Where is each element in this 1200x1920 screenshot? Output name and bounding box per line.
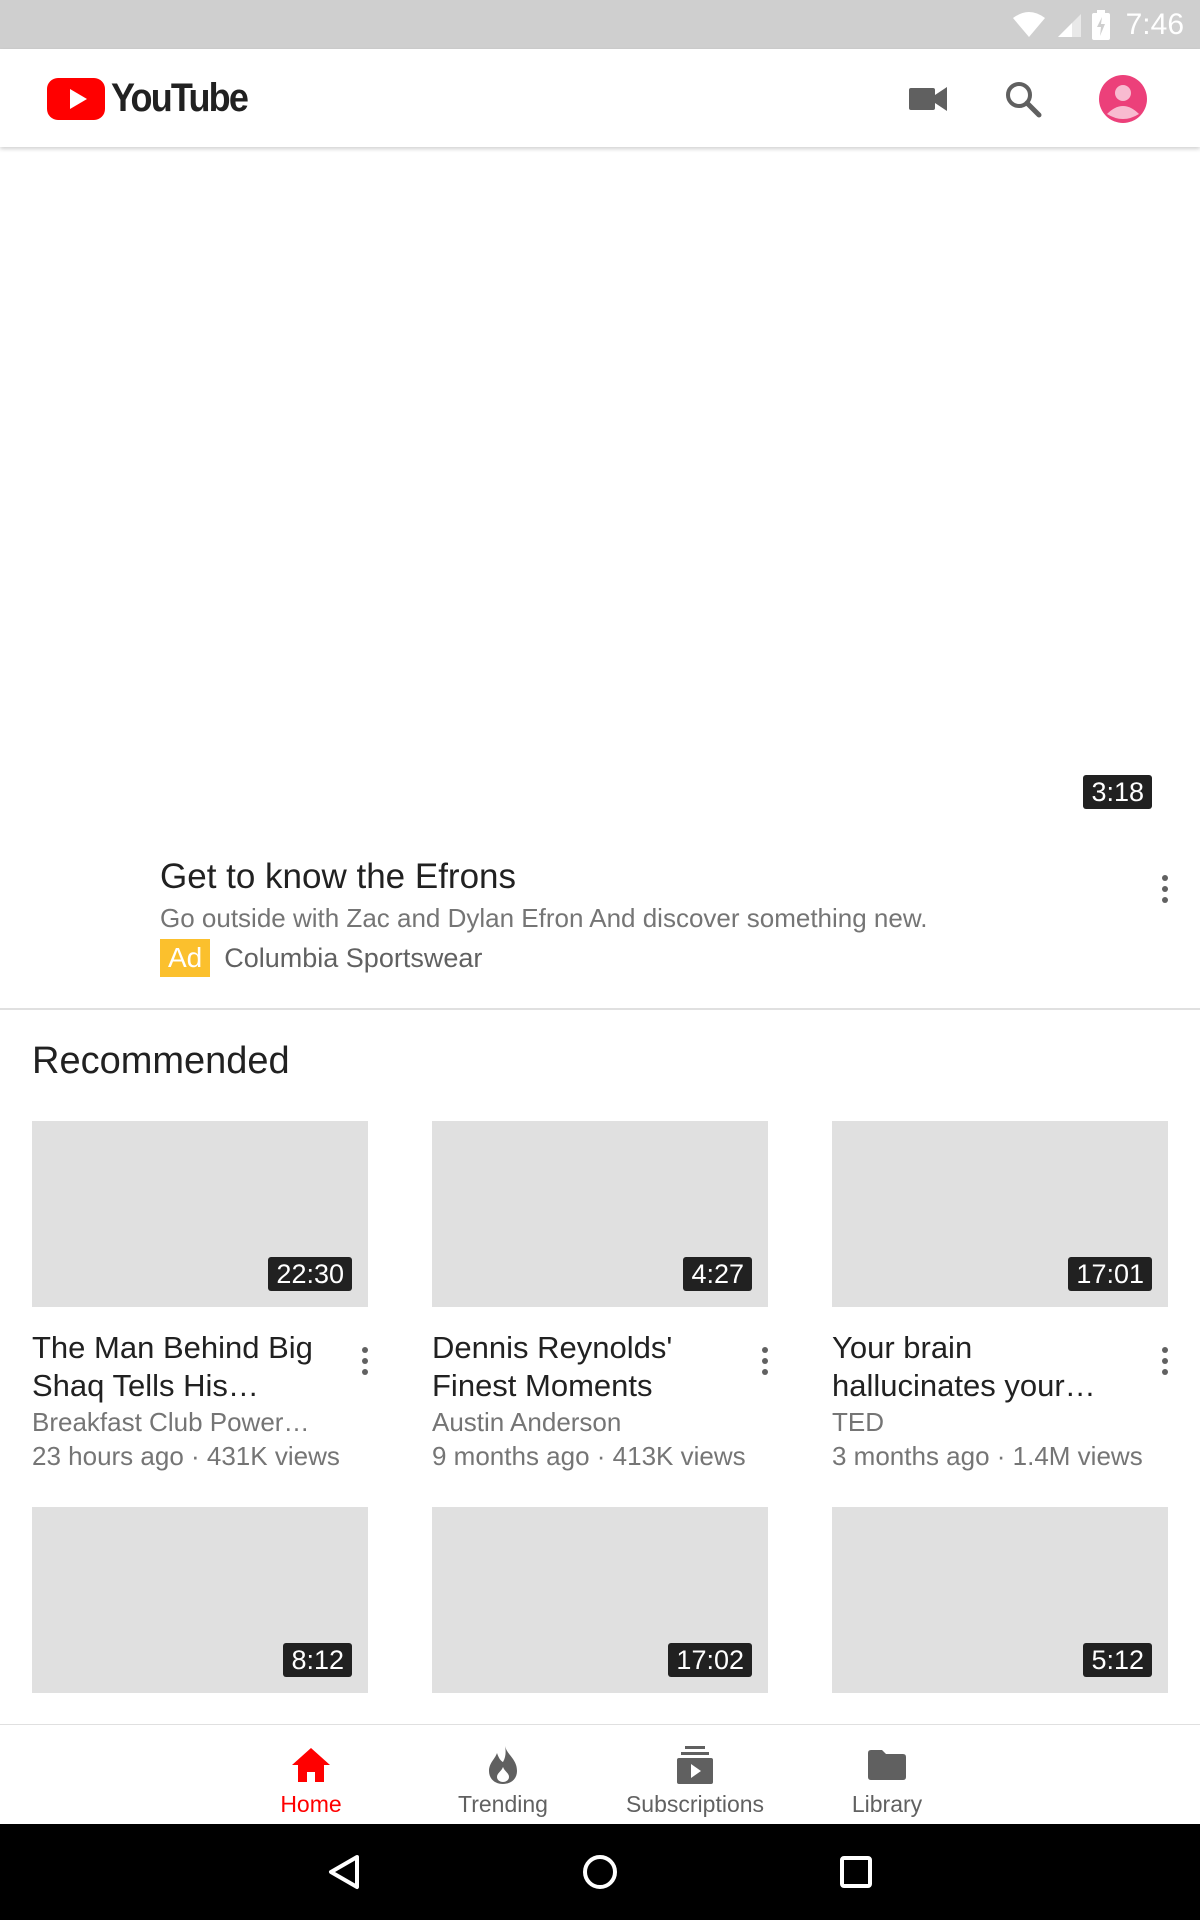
video-meta: 23 hours ago · 431K views (32, 1441, 340, 1471)
video-thumbnail[interactable]: 17:02 (432, 1507, 768, 1693)
flame-icon (489, 1746, 517, 1784)
nav-home[interactable]: Home (211, 1725, 411, 1825)
divider (0, 1008, 1200, 1010)
nav-home-label: Home (280, 1791, 342, 1817)
youtube-play-logo-icon (47, 77, 105, 120)
youtube-logo[interactable]: YouTube (47, 76, 262, 121)
status-icons: 7:46 (1012, 0, 1184, 49)
subscriptions-icon (677, 1746, 713, 1784)
duration-badge: 4:27 (683, 1257, 752, 1291)
ad-title: Get to know the Efrons (160, 857, 517, 896)
video-card[interactable]: 17:02 (432, 1507, 768, 1693)
nav-subscriptions[interactable]: Subscriptions (595, 1725, 795, 1825)
video-card[interactable]: 22:30 The Man Behind Big Shaq Tells His…… (32, 1121, 368, 1473)
bottom-navigation: Home Trending Subscriptions Library (0, 1724, 1200, 1824)
duration-badge: 17:02 (668, 1643, 752, 1677)
duration-badge: 8:12 (283, 1643, 352, 1677)
status-bar: 7:46 (0, 0, 1200, 49)
video-card[interactable]: 17:01 Your brain hallucinates your… TED … (832, 1121, 1168, 1473)
video-card[interactable]: 8:12 (32, 1507, 368, 1693)
account-icon (1099, 75, 1147, 123)
video-thumbnail[interactable]: 5:12 (832, 1507, 1168, 1693)
video-title: Your brain hallucinates your… (832, 1330, 1096, 1403)
video-channel: TED (832, 1407, 884, 1437)
video-title: The Man Behind Big Shaq Tells His… (32, 1330, 313, 1403)
home-circle-icon (583, 1855, 617, 1889)
duration-badge: 22:30 (268, 1257, 352, 1291)
video-title: Dennis Reynolds' Finest Moments (432, 1330, 673, 1403)
ad-more-options-icon[interactable] (1150, 864, 1180, 914)
video-meta: 3 months ago · 1.4M views (832, 1441, 1143, 1471)
account-button[interactable] (1098, 74, 1148, 124)
video-channel: Breakfast Club Power… (32, 1407, 310, 1437)
nav-trending-label: Trending (458, 1791, 548, 1817)
home-system-button[interactable] (576, 1848, 624, 1896)
wifi-icon (1012, 11, 1045, 37)
video-channel: Austin Anderson (432, 1407, 622, 1437)
ad-badge: Ad (160, 939, 211, 977)
video-card[interactable]: 5:12 (832, 1507, 1168, 1693)
video-thumbnail[interactable]: 8:12 (32, 1507, 368, 1693)
video-more-options-icon[interactable] (1150, 1336, 1180, 1386)
video-thumbnail[interactable]: 17:01 (832, 1121, 1168, 1307)
ad-video-thumbnail[interactable]: 3:18 (0, 147, 1200, 817)
duration-badge: 17:01 (1068, 1257, 1152, 1291)
recents-icon (840, 1856, 872, 1888)
battery-charging-icon (1091, 9, 1110, 40)
nav-library[interactable]: Library (787, 1725, 987, 1825)
back-icon (329, 1855, 359, 1889)
ad-info[interactable]: Get to know the Efrons Go outside with Z… (160, 855, 1120, 977)
recents-button[interactable] (832, 1848, 880, 1896)
nav-trending[interactable]: Trending (403, 1725, 603, 1825)
ad-duration-badge: 3:18 (1083, 775, 1152, 809)
ad-advertiser: Columbia Sportswear (224, 942, 483, 973)
home-icon (292, 1748, 330, 1782)
camera-icon (909, 87, 947, 111)
ad-description: Go outside with Zac and Dylan Efron And … (160, 903, 928, 933)
video-thumbnail[interactable]: 22:30 (32, 1121, 368, 1307)
status-time: 7:46 (1125, 7, 1184, 41)
video-thumbnail[interactable]: 4:27 (432, 1121, 768, 1307)
logo-wordmark: YouTube (111, 76, 249, 120)
nav-library-label: Library (851, 1791, 923, 1817)
back-button[interactable] (320, 1848, 368, 1896)
video-card[interactable]: 4:27 Dennis Reynolds' Finest Moments Aus… (432, 1121, 768, 1473)
video-meta: 9 months ago · 413K views (432, 1441, 746, 1471)
cell-signal-icon (1057, 13, 1081, 37)
section-title: Recommended (32, 1040, 290, 1082)
app-bar: YouTube (0, 49, 1200, 147)
search-button[interactable] (998, 74, 1048, 124)
nav-subscriptions-label: Subscriptions (625, 1791, 765, 1817)
upload-button[interactable] (903, 74, 953, 124)
video-more-options-icon[interactable] (350, 1336, 380, 1386)
duration-badge: 5:12 (1083, 1643, 1152, 1677)
video-more-options-icon[interactable] (750, 1336, 780, 1386)
folder-icon (868, 1750, 906, 1780)
system-navigation-bar (0, 1824, 1200, 1920)
search-icon (1006, 82, 1042, 118)
